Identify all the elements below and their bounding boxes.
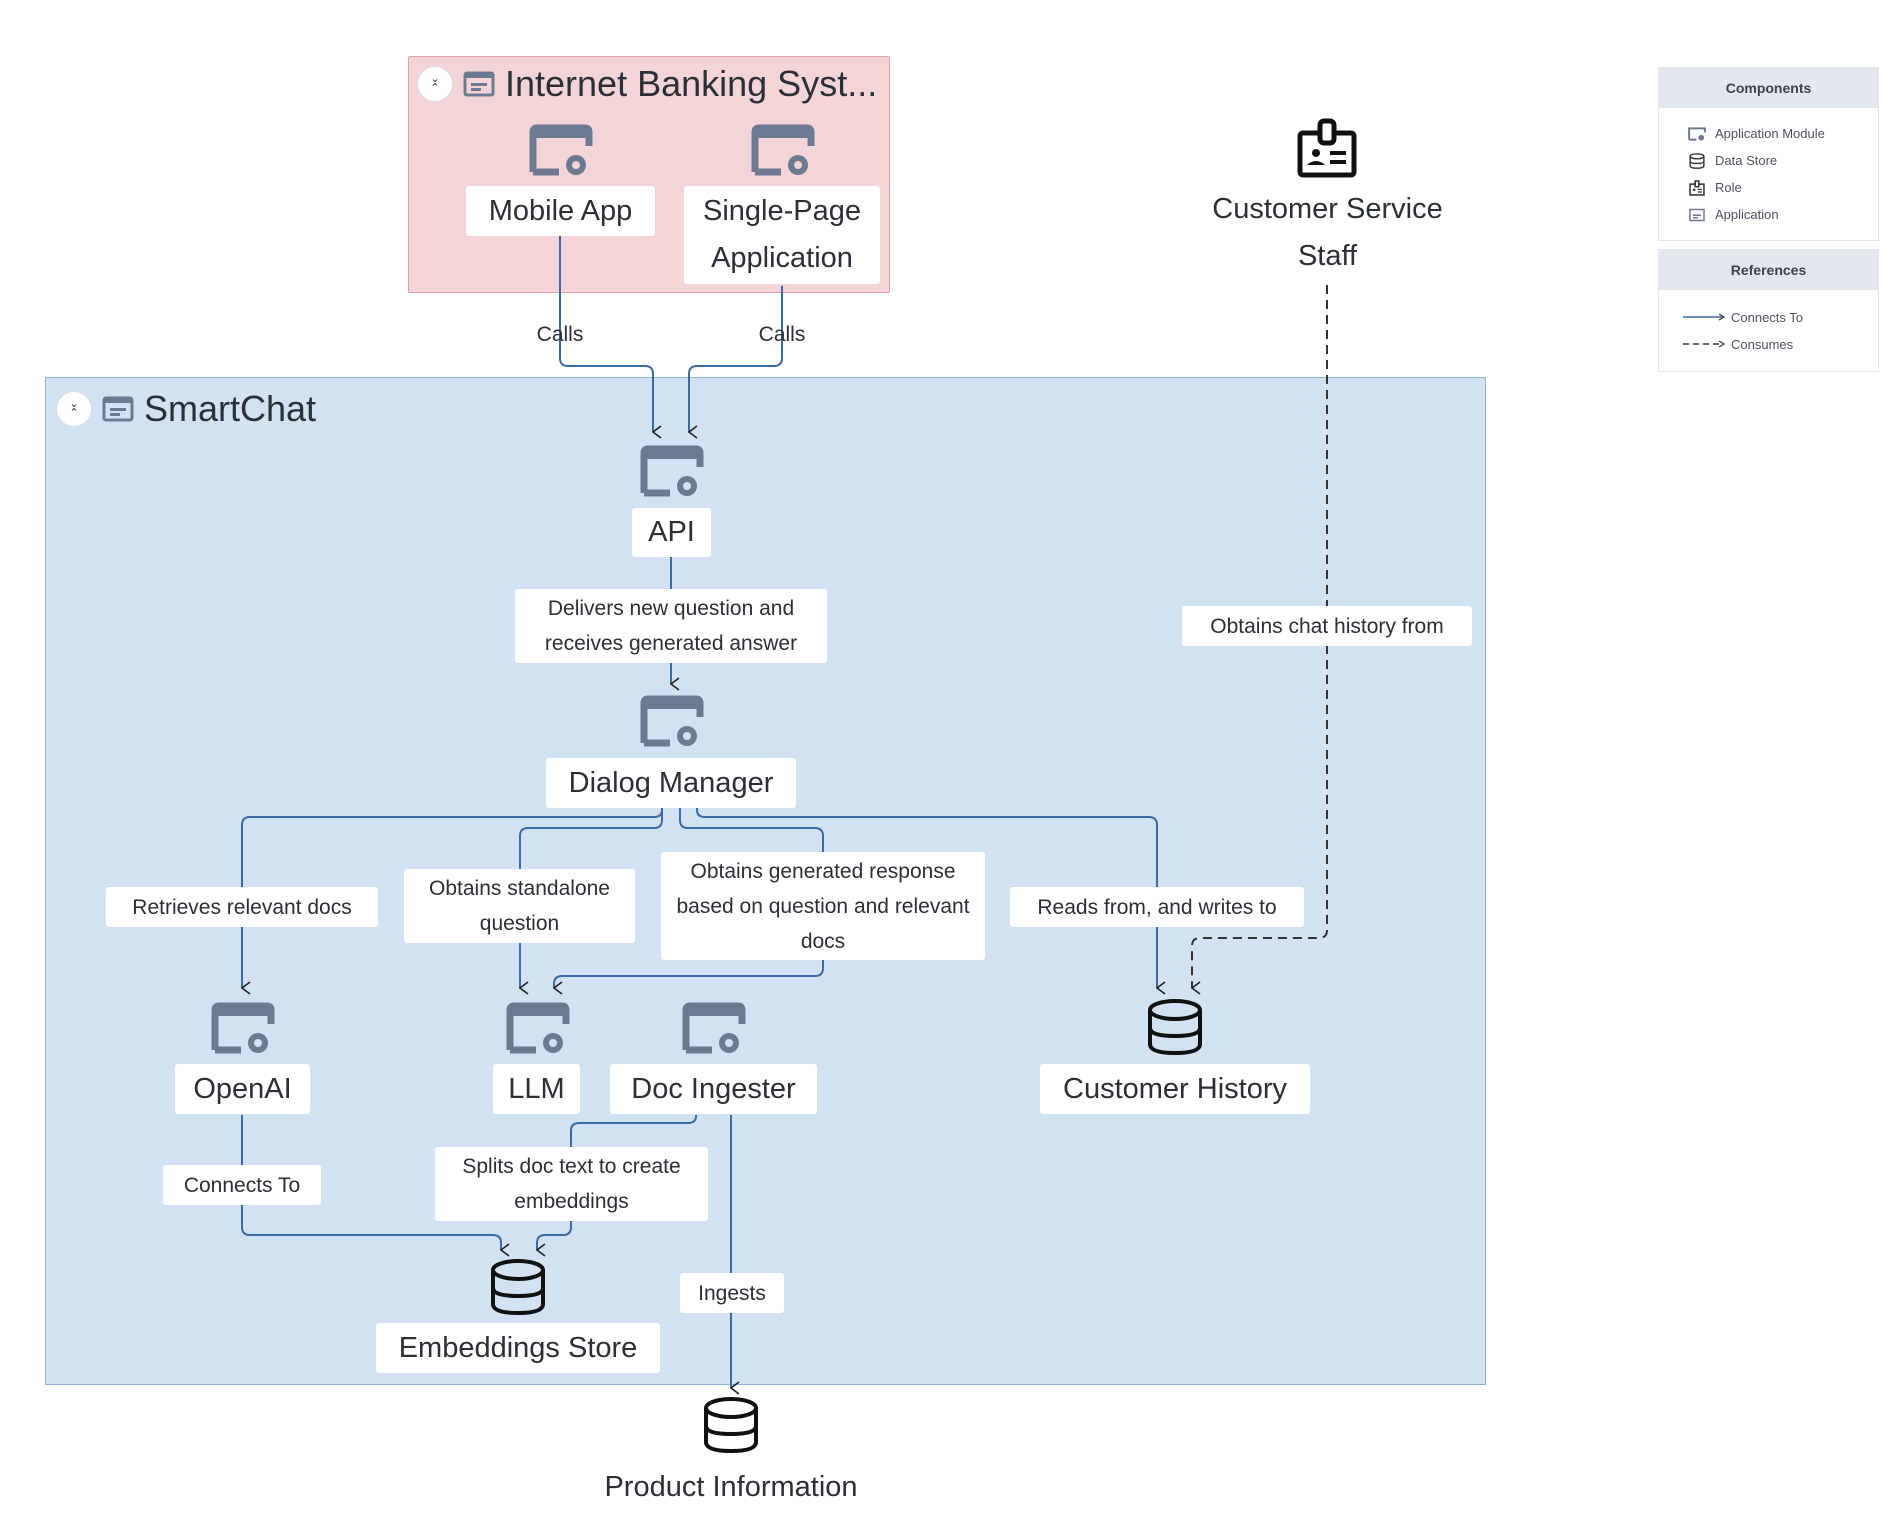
edge-label-splits[interactable]: Splits doc text to create embeddings [435, 1147, 708, 1221]
node-api[interactable]: API [632, 508, 711, 557]
application-icon [463, 71, 495, 97]
application-module-icon [1688, 126, 1706, 141]
role-icon [1297, 118, 1357, 178]
data-store-icon [1689, 152, 1705, 169]
legend-item: Application [1659, 201, 1878, 228]
legend-references-title: References [1659, 250, 1878, 290]
data-store-icon [491, 1259, 545, 1316]
node-single-page-application[interactable]: Single-Page Application [684, 186, 880, 284]
legend-item: Application Module [1659, 120, 1878, 147]
role-icon [1689, 179, 1705, 196]
edge-label-connects-to[interactable]: Connects To [163, 1165, 321, 1205]
application-module-icon [506, 1002, 570, 1054]
edge-label-standalone[interactable]: Obtains standalone question [404, 869, 635, 943]
connects-to-line-icon [1683, 313, 1726, 321]
edge-label-delivers[interactable]: Delivers new question and receives gener… [515, 589, 827, 663]
application-module-icon [211, 1002, 275, 1054]
application-module-icon [682, 1002, 746, 1054]
application-module-icon [640, 695, 704, 747]
data-store-icon [1148, 999, 1202, 1056]
application-icon [1689, 208, 1705, 221]
edge-label-ingests[interactable]: Ingests [680, 1273, 784, 1313]
legend-item: Data Store [1659, 147, 1878, 174]
edge-label-retrieves[interactable]: Retrieves relevant docs [106, 887, 378, 927]
node-openai[interactable]: OpenAI [175, 1064, 310, 1114]
node-doc-ingester[interactable]: Doc Ingester [610, 1064, 817, 1114]
node-llm[interactable]: LLM [493, 1064, 580, 1114]
legend-references: References Connects To Consumes [1658, 249, 1879, 372]
group-title: SmartChat [144, 388, 317, 429]
node-customer-history[interactable]: Customer History [1040, 1064, 1310, 1114]
legend-item: Connects To [1659, 304, 1878, 331]
application-icon [102, 396, 134, 422]
data-store-icon [704, 1397, 758, 1454]
node-embeddings-store[interactable]: Embeddings Store [376, 1323, 660, 1373]
consumes-line-icon [1683, 340, 1726, 348]
legend-item: Consumes [1659, 331, 1878, 358]
group-title: Internet Banking Syst... [505, 63, 878, 104]
edge-label-calls[interactable]: Calls [537, 323, 584, 347]
node-product-information[interactable]: Product Information [561, 1464, 901, 1511]
node-dialog-manager[interactable]: Dialog Manager [546, 758, 796, 808]
application-module-icon [640, 445, 704, 497]
legend-components-title: Components [1659, 68, 1878, 108]
edge-label-calls[interactable]: Calls [759, 323, 806, 347]
node-mobile-app[interactable]: Mobile App [466, 186, 655, 236]
collapse-button[interactable]: ⌄ ⌃ [56, 391, 92, 427]
collapse-button[interactable]: ⌄ ⌃ [417, 66, 453, 102]
edge-label-chat-history[interactable]: Obtains chat history from [1182, 606, 1472, 646]
edge-label-reads-writes[interactable]: Reads from, and writes to [1010, 887, 1304, 927]
chevron-down-icon: ⌃ [430, 82, 440, 94]
legend-components: Components Application Module Data Store… [1658, 67, 1879, 241]
application-module-icon [529, 124, 593, 176]
application-module-icon [751, 124, 815, 176]
legend-item: Role [1659, 174, 1878, 201]
chevron-down-icon: ⌃ [69, 407, 79, 419]
node-customer-service-staff[interactable]: Customer Service Staff [1190, 186, 1465, 280]
edge-label-generated[interactable]: Obtains generated response based on ques… [661, 852, 985, 960]
